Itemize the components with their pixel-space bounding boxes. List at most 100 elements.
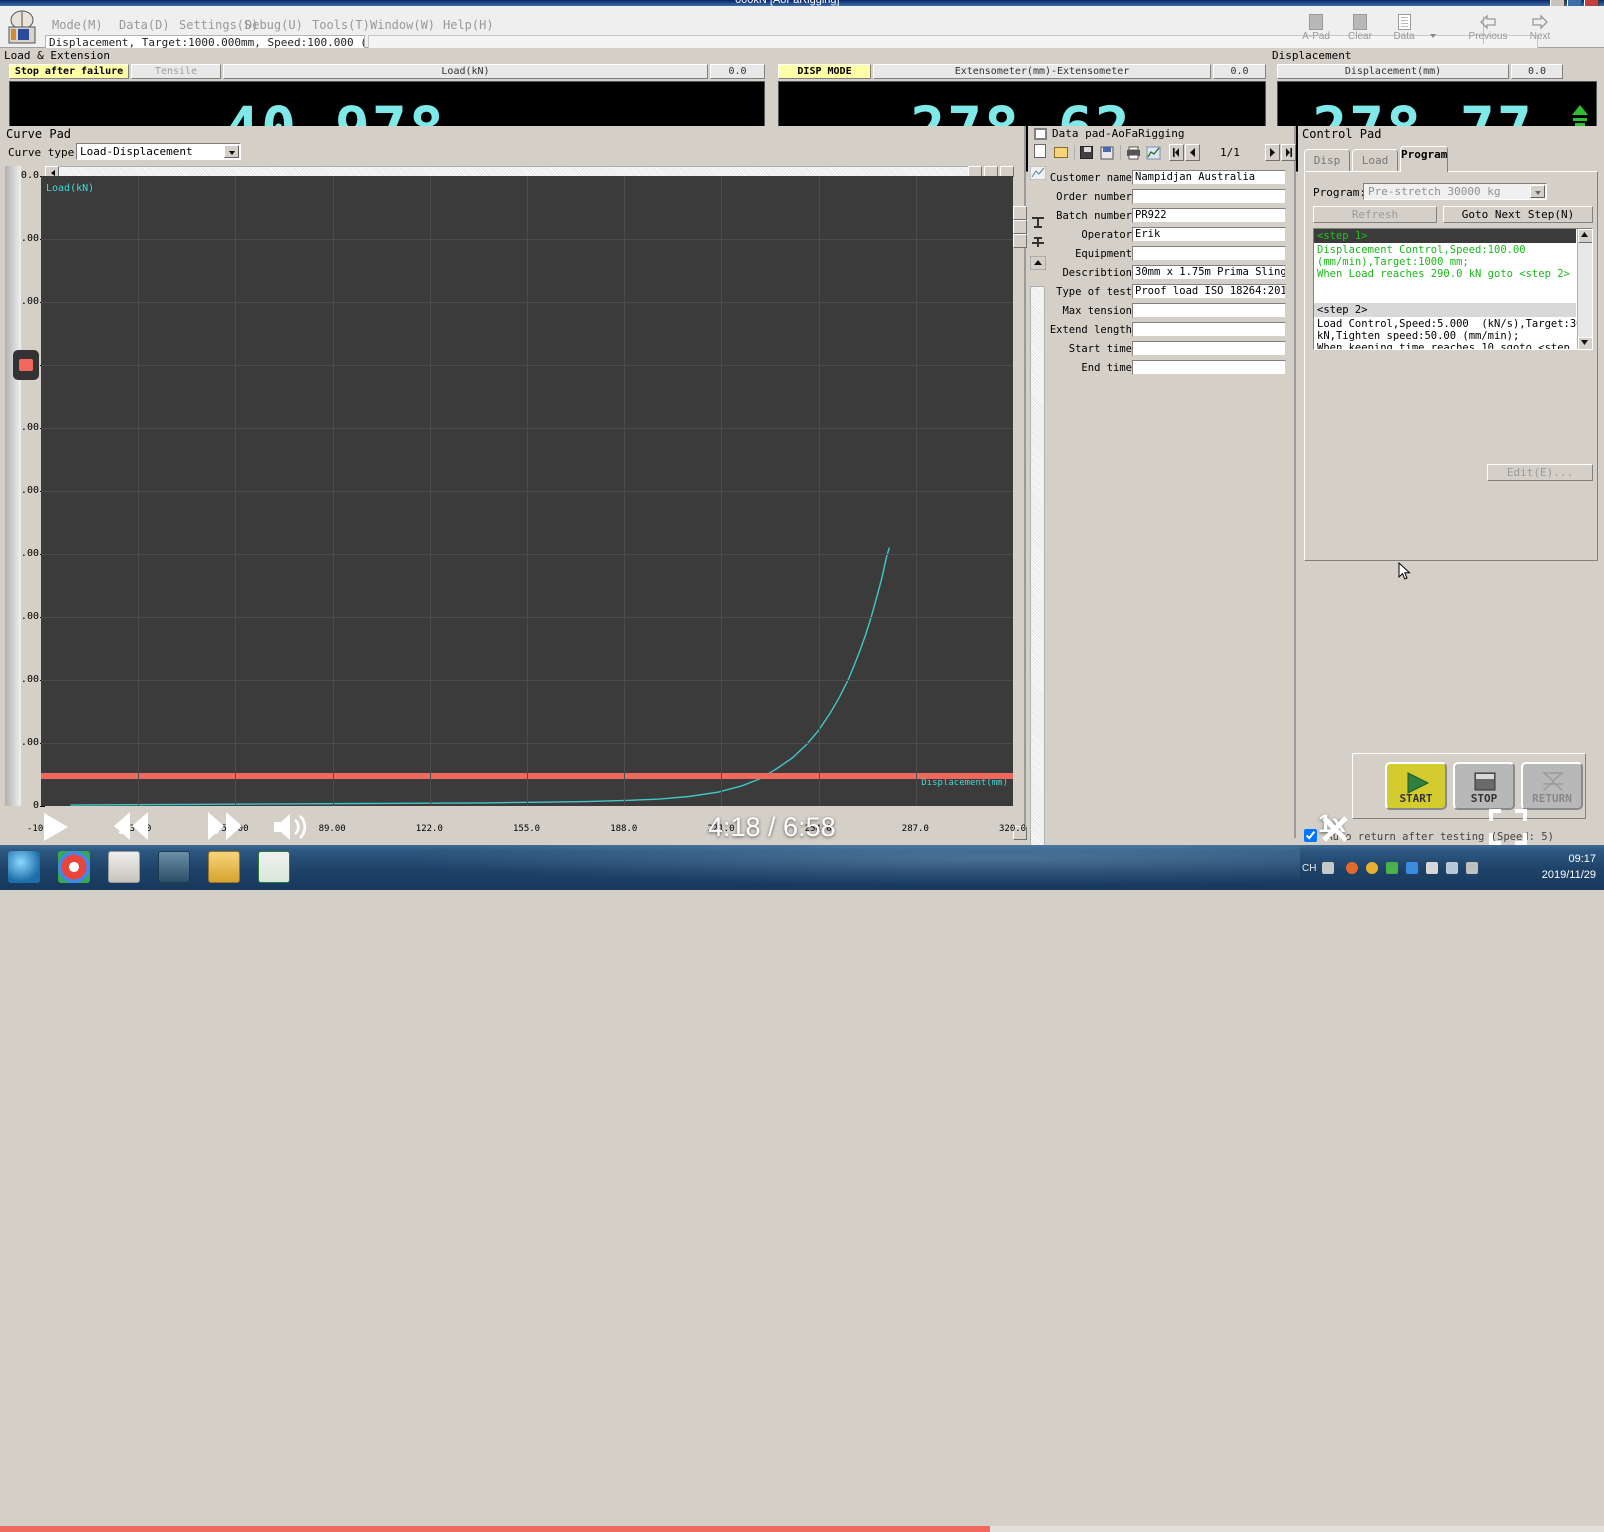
chart-x-tick-label: 320.0: [999, 824, 1027, 834]
chevron-down-icon[interactable]: [1530, 185, 1545, 198]
fullscreen-icon[interactable]: [1488, 808, 1528, 846]
play-icon[interactable]: [38, 810, 72, 844]
volume-icon[interactable]: [270, 810, 310, 844]
tensile-mode-indicator[interactable]: Tensile: [131, 64, 221, 79]
last-page-icon[interactable]: [1281, 144, 1296, 161]
stop-button[interactable]: STOP: [1453, 762, 1515, 810]
menu-help[interactable]: Help(H): [443, 18, 494, 32]
save-icon[interactable]: [1080, 146, 1097, 163]
rewind-icon[interactable]: [108, 806, 158, 848]
toolbar-button-next[interactable]: Next: [1512, 14, 1568, 48]
auto-return-checkbox-input[interactable]: [1304, 829, 1317, 842]
arrow-right-icon: [1532, 14, 1548, 30]
program-step-header[interactable]: <step 1>: [1314, 229, 1576, 243]
data-pad-field-row: Operator Erik: [1028, 227, 1292, 244]
data-pad-field-row: Customer name Nampidjan Australia: [1028, 170, 1292, 187]
menu-data[interactable]: Data(D): [119, 18, 170, 32]
chevron-down-icon[interactable]: [224, 145, 239, 158]
data-pad-field-input[interactable]: [1132, 341, 1286, 356]
toolbar-dropdown-caret-icon[interactable]: [1430, 34, 1436, 38]
flag-icon[interactable]: [1426, 862, 1438, 874]
stop-after-failure-indicator[interactable]: Stop after failure: [9, 64, 129, 79]
shield-icon[interactable]: [1346, 862, 1358, 874]
program-step-scrollbar[interactable]: [1577, 229, 1592, 349]
tab-load[interactable]: Load: [1352, 149, 1398, 172]
save-as-icon[interactable]: [1100, 146, 1117, 163]
menu-bar: Mode(M) Data(D) Settings(S) Debug(U) Too…: [0, 6, 1604, 51]
close-icon[interactable]: [1318, 812, 1352, 846]
monitor-icon[interactable]: [158, 851, 190, 883]
menu-debug[interactable]: Debug(U): [245, 18, 303, 32]
toolbar-button-previous[interactable]: Previous: [1460, 14, 1516, 48]
chart-area: 100.090.0080.0070.0060.0050.0040.0030.00…: [5, 166, 1027, 840]
data-pad-field-input[interactable]: [1132, 246, 1286, 261]
data-pad-field-input[interactable]: PR922: [1132, 208, 1286, 223]
program-step-header[interactable]: <step 2>: [1314, 303, 1576, 317]
data-pad-field-input[interactable]: Proof load ISO 18264:2016: [1132, 284, 1286, 299]
edit-program-button[interactable]: Edit(E)...: [1487, 464, 1593, 481]
menu-window[interactable]: Window(W): [370, 18, 435, 32]
testing-app-icon[interactable]: [108, 851, 140, 883]
chart-plot-surface[interactable]: Load(kN) Displacement(mm): [41, 176, 1013, 806]
chart-x-tick-label: 287.0: [901, 824, 929, 834]
prev-page-icon[interactable]: [1185, 144, 1200, 161]
chrome-icon[interactable]: [58, 851, 90, 883]
open-icon[interactable]: [1054, 147, 1071, 164]
start-orb-icon[interactable]: [8, 851, 40, 883]
video-time-display: 4:18 / 6:58: [708, 812, 836, 842]
print-icon[interactable]: [1126, 146, 1143, 163]
program-step-list[interactable]: <step 1> Displacement Control,Speed:100.0…: [1313, 228, 1593, 350]
tab-program[interactable]: Program: [1400, 146, 1448, 172]
data-pad-field-input[interactable]: [1132, 360, 1286, 375]
rewind-seconds-label: 5: [118, 822, 126, 837]
program-select[interactable]: Pre-stretch 30000 kg: [1363, 183, 1547, 200]
chart-gridline: [41, 302, 1013, 303]
menu-tools[interactable]: Tools(T): [312, 18, 370, 32]
ime-language-indicator[interactable]: CH: [1302, 863, 1316, 874]
volume-mute-icon[interactable]: [1466, 862, 1478, 874]
chart-export-icon[interactable]: [1146, 146, 1163, 163]
chart-vertical-scale-track[interactable]: [5, 166, 21, 806]
scroll-up-icon[interactable]: [1578, 229, 1592, 243]
battery-icon[interactable]: [1386, 862, 1398, 874]
chart-scale-down-button[interactable]: [1013, 234, 1027, 248]
keyboard-icon[interactable]: [1322, 862, 1334, 874]
data-pad-field-input[interactable]: Erik: [1132, 227, 1286, 242]
curve-type-select[interactable]: Load-Displacement: [76, 143, 241, 160]
forward-icon[interactable]: [198, 806, 248, 848]
refresh-button[interactable]: Refresh: [1313, 206, 1437, 223]
signal-icon[interactable]: [1446, 862, 1458, 874]
new-icon[interactable]: [1034, 144, 1051, 161]
data-pad-field-input[interactable]: [1132, 189, 1286, 204]
disp-mode-indicator[interactable]: DISP MODE: [778, 64, 871, 79]
chart-gridline: [41, 554, 1013, 555]
return-button[interactable]: RETURN: [1521, 762, 1583, 810]
data-pad-field-input[interactable]: [1132, 303, 1286, 318]
data-pad-field-input[interactable]: 30mm x 1.75m Prima Sling: [1132, 265, 1286, 280]
chart-scale-up-button[interactable]: [1013, 206, 1027, 220]
menu-mode[interactable]: Mode(M): [52, 18, 103, 32]
scroll-down-icon[interactable]: [1578, 337, 1592, 349]
chart-gridline: [41, 680, 1013, 681]
chart-x-tick-label: 188.0: [610, 824, 638, 834]
excel-icon[interactable]: [258, 851, 290, 883]
load-zero-value: 0.0: [710, 64, 765, 79]
data-pad-field-label: Batch number: [1056, 210, 1132, 222]
data-pad-field-input[interactable]: [1132, 322, 1286, 337]
goto-next-step-button[interactable]: Goto Next Step(N): [1443, 206, 1593, 223]
folder-icon[interactable]: [208, 851, 240, 883]
toolbar-button-data[interactable]: Data: [1376, 14, 1432, 48]
network-icon[interactable]: [1406, 862, 1418, 874]
data-pad-field-input[interactable]: Nampidjan Australia: [1132, 170, 1286, 185]
video-progress-bar[interactable]: [0, 1526, 1604, 1532]
next-page-icon[interactable]: [1265, 144, 1280, 161]
start-button[interactable]: START: [1385, 762, 1447, 810]
drive-icon[interactable]: [1366, 862, 1378, 874]
first-page-icon[interactable]: [1169, 144, 1184, 161]
taskbar-clock-time[interactable]: 09:17: [1526, 853, 1596, 865]
taskbar-clock-date[interactable]: 2019/11/29: [1526, 869, 1596, 881]
tab-disp[interactable]: Disp: [1304, 149, 1350, 172]
chart-threshold-marker[interactable]: [13, 350, 39, 380]
chart-scale-center-button[interactable]: [1013, 220, 1027, 234]
tab-program-label: Program: [1401, 148, 1448, 161]
